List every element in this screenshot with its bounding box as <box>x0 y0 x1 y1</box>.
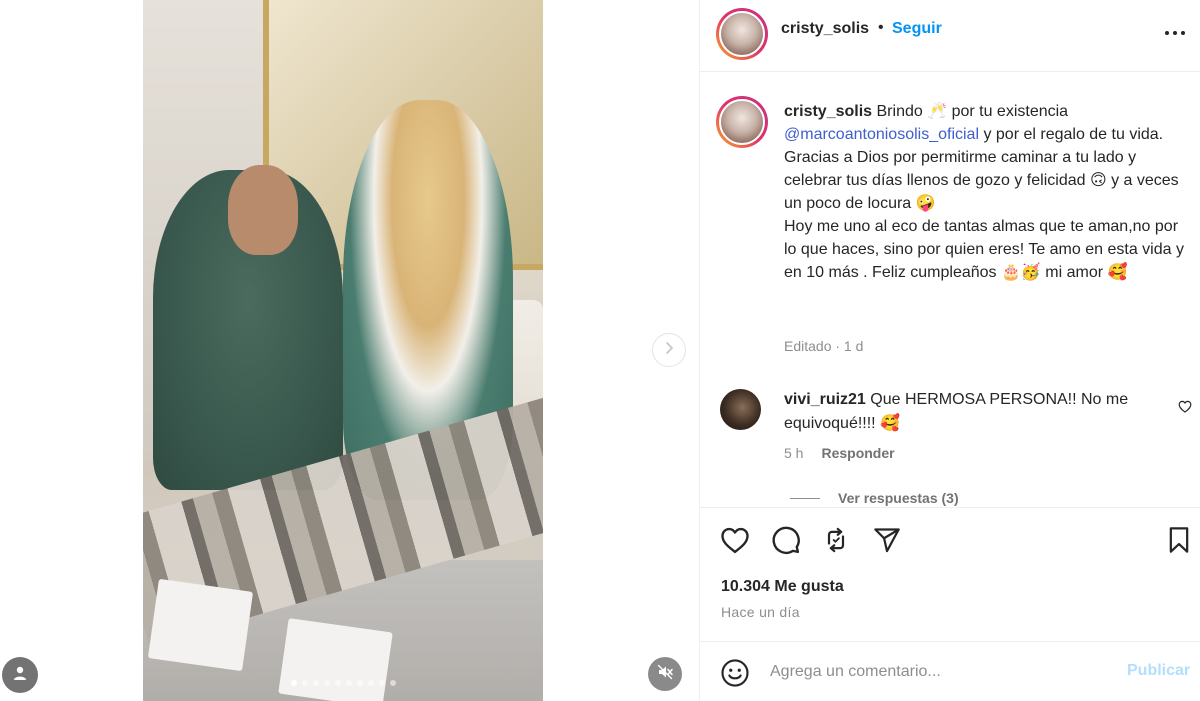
comment-button[interactable] <box>770 526 802 558</box>
tagged-users-button[interactable] <box>2 657 38 693</box>
comment-input[interactable] <box>770 656 1110 688</box>
carousel-dot <box>323 680 330 686</box>
carousel-dot <box>334 680 341 686</box>
author-username[interactable]: cristy_solis <box>781 20 869 38</box>
carousel-dot <box>389 680 396 686</box>
comment-time: 5 h <box>784 445 804 461</box>
view-replies-line <box>790 497 820 499</box>
carousel-dot <box>345 680 352 686</box>
chevron-right-icon <box>662 341 676 360</box>
comment-text: vivi_ruiz21 Que HERMOSA PERSONA!! No me … <box>784 388 1164 436</box>
photo-outlet <box>147 578 254 672</box>
header-separator: • <box>878 19 884 36</box>
follow-button[interactable]: Seguir <box>892 20 942 38</box>
caption-text: cristy_solis Brindo 🥂 por tu existencia … <box>784 100 1184 284</box>
comment-meta: 5 h Responder <box>784 445 895 461</box>
speaker-muted-icon <box>657 664 673 685</box>
carousel-dot <box>301 680 308 686</box>
caption-mention[interactable]: @marcoantoniosolis_oficial <box>784 126 979 143</box>
next-slide-button[interactable] <box>652 333 686 367</box>
mute-toggle-button[interactable] <box>648 657 682 691</box>
carousel-indicator <box>143 680 543 686</box>
carousel-dot <box>290 680 297 686</box>
commenter-username[interactable]: vivi_ruiz21 <box>784 391 866 408</box>
like-button[interactable] <box>719 526 751 558</box>
caption-line1: Brindo 🥂 por tu existencia <box>872 103 1069 120</box>
carousel-dot <box>356 680 363 686</box>
comment-like-heart-icon[interactable] <box>1178 400 1192 418</box>
bookmark-icon <box>1167 526 1191 559</box>
view-replies-label: Ver respuestas (3) <box>838 490 959 506</box>
carousel-dot <box>378 680 385 686</box>
post-caption: cristy_solis Brindo 🥂 por tu existencia … <box>700 72 1200 372</box>
author-avatar[interactable] <box>716 8 768 60</box>
photo-man-head <box>228 165 298 255</box>
save-button[interactable] <box>1163 526 1195 558</box>
view-replies-button[interactable]: Ver respuestas (3) <box>790 490 959 506</box>
publish-button[interactable]: Publicar <box>1127 662 1190 680</box>
likes-number: 10.304 <box>721 578 770 595</box>
reply-button[interactable]: Responder <box>821 445 894 461</box>
post-media-area <box>0 0 699 701</box>
share-button[interactable] <box>871 526 903 558</box>
caption-meta: Editado · 1 d <box>784 338 864 354</box>
carousel-dot <box>367 680 374 686</box>
add-comment-bar: Publicar <box>700 641 1200 701</box>
share-icon <box>873 526 901 559</box>
photo-outlet <box>278 618 393 701</box>
post-details-panel: cristy_solis • Seguir cristy_solis Brind… <box>699 0 1200 701</box>
comment-item: vivi_ruiz21 Que HERMOSA PERSONA!! No me … <box>700 383 1200 506</box>
emoji-icon <box>720 659 750 692</box>
caption-username[interactable]: cristy_solis <box>784 103 872 120</box>
more-options-icon[interactable] <box>1164 24 1186 42</box>
caption-author-avatar[interactable] <box>716 96 768 148</box>
caption-line2: y por el regalo de tu vida. <box>979 126 1164 143</box>
likes-count[interactable]: 10.304 Me gusta <box>721 578 844 596</box>
likes-label: Me gusta <box>769 578 844 595</box>
emoji-picker-button[interactable] <box>720 658 750 693</box>
post-time[interactable]: Hace un día <box>721 604 800 620</box>
heart-icon <box>720 526 750 559</box>
comment-icon <box>771 525 801 560</box>
commenter-avatar[interactable] <box>720 389 761 430</box>
post-header: cristy_solis • Seguir <box>700 0 1200 72</box>
post-photo[interactable] <box>143 0 543 701</box>
user-tag-icon <box>12 665 28 686</box>
repost-button[interactable] <box>820 526 852 558</box>
carousel-dot <box>312 680 319 686</box>
repost-icon <box>822 526 850 559</box>
caption-body: Gracias a Dios por permitirme caminar a … <box>784 149 1184 281</box>
post-actions: 10.304 Me gusta Hace un día <box>700 507 1200 641</box>
